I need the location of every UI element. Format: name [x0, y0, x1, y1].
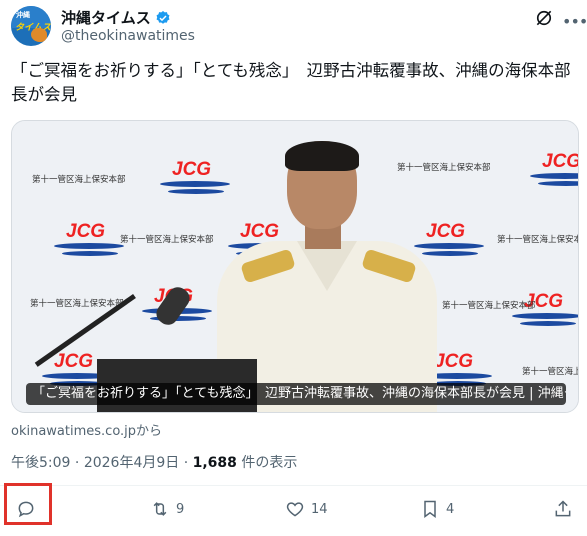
grok-icon[interactable]	[534, 8, 554, 28]
retweet-count: 9	[176, 501, 185, 517]
views-label: 件の表示	[241, 455, 298, 471]
link-source[interactable]: okinawatimes.co.jpから	[11, 420, 162, 439]
reply-icon	[18, 501, 34, 518]
avatar-text-top: 沖縄	[16, 11, 30, 19]
link-card-image[interactable]: JCG JCG JCG JCG JCG JCG JCG JCG JCG 第十一管…	[11, 120, 579, 413]
link-card-title[interactable]: 「ご冥福をお祈りする」「とても残念」 辺野古沖転覆事故、沖縄の海保本部長が会見 …	[26, 383, 566, 405]
office-name-text: 第十一管区海上保安本部	[497, 235, 578, 245]
retweet-icon	[153, 502, 167, 516]
display-name[interactable]: 沖縄タイムス	[61, 7, 151, 28]
office-name-text: 第十一管区海上保安本部	[442, 301, 536, 311]
meta-separator: ·	[183, 455, 193, 471]
bookmark-button[interactable]: 4	[420, 489, 454, 529]
divider	[0, 485, 587, 486]
jcg-logo: JCG	[512, 291, 578, 333]
tweet-text: 「ご冥福をお祈りする」「とても残念」 辺野古沖転覆事故、沖縄の海保本部長が会見	[11, 61, 571, 104]
office-name-text: 第十一管区海上保安本部	[522, 367, 578, 377]
tweet-time[interactable]: 午後5:09	[11, 455, 70, 471]
jcg-logo: JCG	[54, 221, 126, 263]
share-button[interactable]	[553, 489, 573, 529]
display-name-row[interactable]: 沖縄タイムス	[61, 7, 171, 28]
office-name-text: 第十一管区海上保安本部	[120, 235, 214, 245]
views-count: 1,688	[192, 455, 237, 471]
account-handle[interactable]: @theokinawatimes	[61, 28, 195, 44]
bookmark-count: 4	[446, 501, 455, 517]
avatar[interactable]: 沖縄 タイムス	[11, 6, 51, 46]
meta-separator: ·	[74, 455, 84, 471]
office-name-text: 第十一管区海上保安本部	[32, 175, 126, 185]
reply-button[interactable]	[16, 489, 42, 529]
mascot-icon	[31, 28, 47, 42]
like-button[interactable]: 14	[285, 489, 328, 529]
heart-icon	[286, 502, 304, 517]
share-icon	[555, 500, 571, 517]
tweet-date[interactable]: 2026年4月9日	[84, 455, 179, 471]
office-name-text: 第十一管区海上保安本部	[30, 299, 124, 309]
tweet-meta: 午後5:09 · 2026年4月9日 · 1,688 件の表示	[11, 452, 297, 472]
jcg-logo: JCG	[530, 151, 578, 193]
bookmark-icon	[424, 500, 436, 518]
more-options-icon[interactable]: •••	[562, 12, 587, 31]
action-bar: 9 14 4	[0, 483, 587, 529]
like-count: 14	[311, 501, 328, 517]
retweet-button[interactable]: 9	[150, 489, 184, 529]
verified-badge-icon	[156, 10, 170, 24]
